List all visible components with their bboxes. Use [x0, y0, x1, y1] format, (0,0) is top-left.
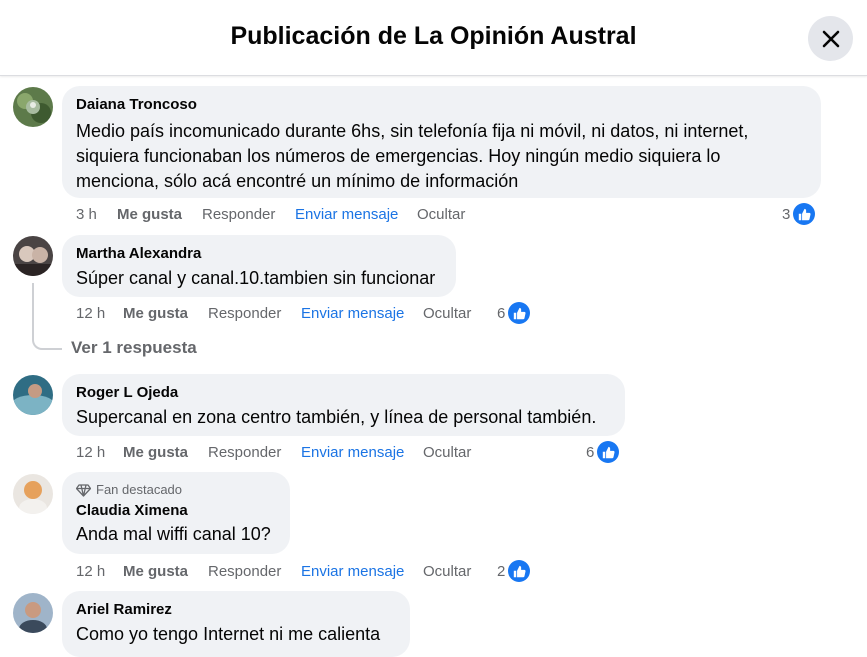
thumbs-up-icon	[508, 560, 531, 582]
hide-button[interactable]: Ocultar	[417, 206, 465, 223]
thumbs-up-icon	[597, 441, 620, 463]
send-message-button[interactable]: Enviar mensaje	[301, 444, 404, 461]
reaction-count[interactable]: 3	[782, 203, 816, 225]
hide-button[interactable]: Ocultar	[423, 305, 471, 322]
hide-button[interactable]: Ocultar	[423, 444, 471, 461]
comment-time[interactable]: 3 h	[76, 206, 97, 223]
comment-author[interactable]: Claudia Ximena	[76, 501, 276, 521]
comment-bubble: Daiana Troncoso Medio país incomunicado …	[62, 86, 821, 198]
avatar[interactable]	[13, 593, 53, 633]
comment-bubble: Martha Alexandra Súper canal y canal.10.…	[62, 235, 456, 297]
comment-text: Como yo tengo Internet ni me calienta	[76, 624, 381, 644]
badge-label: Fan destacado	[96, 482, 183, 497]
comment-author[interactable]: Ariel Ramirez	[76, 600, 396, 620]
comment-bubble: Roger L Ojeda Supercanal en zona centro …	[62, 374, 625, 436]
reaction-count-value: 6	[586, 443, 595, 461]
comment-author[interactable]: Roger L Ojeda	[76, 383, 611, 403]
thumbs-up-icon	[793, 203, 816, 225]
reaction-count-value: 3	[782, 205, 791, 223]
avatar[interactable]	[13, 236, 53, 276]
comment-time[interactable]: 12 h	[76, 305, 105, 322]
send-message-button[interactable]: Enviar mensaje	[301, 563, 404, 580]
diamond-icon	[76, 483, 91, 497]
reaction-count[interactable]: 6	[586, 441, 620, 463]
thumbs-up-icon	[508, 302, 531, 324]
like-button[interactable]: Me gusta	[123, 444, 188, 461]
like-button[interactable]: Me gusta	[123, 305, 188, 322]
comment-text: Medio país incomunicado durante 6hs, sin…	[76, 121, 749, 191]
comment-text: Súper canal y canal.10.tambien sin funci…	[76, 268, 436, 288]
reply-button[interactable]: Responder	[208, 444, 281, 461]
send-message-button[interactable]: Enviar mensaje	[301, 305, 404, 322]
dialog-title: Publicación de La Opinión Austral	[230, 22, 637, 50]
avatar[interactable]	[13, 87, 53, 127]
comment-text: Supercanal en zona centro también, y lín…	[76, 407, 597, 427]
send-message-button[interactable]: Enviar mensaje	[295, 206, 398, 223]
avatar[interactable]	[13, 375, 53, 415]
close-icon	[822, 30, 839, 47]
comment-text: Anda mal wiffi canal 10?	[76, 524, 271, 544]
comment-time[interactable]: 12 h	[76, 563, 105, 580]
reaction-count[interactable]: 2	[497, 560, 531, 582]
comment-bubble: Ariel Ramirez Como yo tengo Internet ni …	[62, 591, 410, 657]
reaction-count-value: 6	[497, 304, 506, 322]
comment-author[interactable]: Martha Alexandra	[76, 244, 442, 264]
comment-time[interactable]: 12 h	[76, 444, 105, 461]
view-replies-link[interactable]: Ver 1 respuesta	[71, 338, 197, 358]
avatar[interactable]	[13, 474, 53, 514]
reaction-count-value: 2	[497, 562, 506, 580]
comment-author[interactable]: Daiana Troncoso	[76, 95, 807, 115]
reply-button[interactable]: Responder	[202, 206, 275, 223]
close-button[interactable]	[808, 16, 853, 61]
like-button[interactable]: Me gusta	[123, 563, 188, 580]
hide-button[interactable]: Ocultar	[423, 563, 471, 580]
reply-thread-line	[32, 283, 62, 350]
dialog-header: Publicación de La Opinión Austral	[0, 0, 867, 76]
like-button[interactable]: Me gusta	[117, 206, 182, 223]
comment-bubble: Fan destacado Claudia Ximena Anda mal wi…	[62, 472, 290, 554]
reply-button[interactable]: Responder	[208, 563, 281, 580]
reply-button[interactable]: Responder	[208, 305, 281, 322]
top-fan-badge: Fan destacado	[76, 481, 276, 499]
reaction-count[interactable]: 6	[497, 302, 531, 324]
